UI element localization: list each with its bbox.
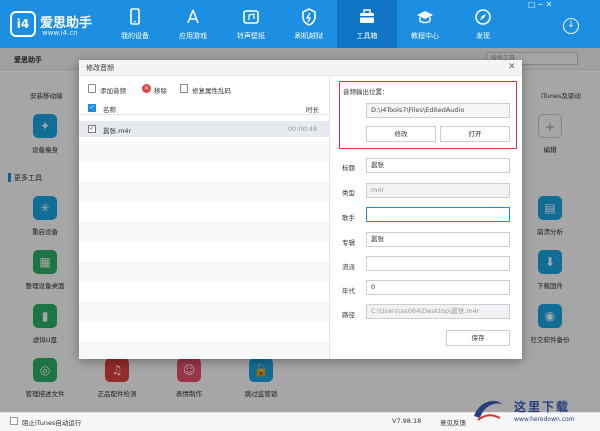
watermark-logo-icon <box>474 400 502 421</box>
audio-duration: 00:00:48 <box>288 125 318 133</box>
artist-input[interactable] <box>366 207 510 222</box>
phone-icon <box>130 8 140 25</box>
nav-my-device[interactable]: 我的设备 <box>105 0 165 48</box>
nav-ringtones[interactable]: 铃声壁纸 <box>221 0 281 48</box>
nav-label: 铃声壁纸 <box>237 32 265 40</box>
feedback-link[interactable]: 意见反馈 <box>440 417 466 427</box>
nav-apps-games[interactable]: 应用游戏 <box>163 0 223 48</box>
fix-file-icon <box>180 84 188 93</box>
empty-row <box>79 181 329 201</box>
compass-icon <box>475 9 491 25</box>
app-logo-icon: i4 <box>10 11 36 37</box>
artist-label: 歌手 <box>342 214 355 222</box>
nav-label: 刷机越狱 <box>295 32 323 40</box>
close-icon[interactable]: ✕ <box>508 62 516 72</box>
empty-row <box>79 261 329 281</box>
dialog-header <box>79 60 522 76</box>
list-header <box>79 101 329 115</box>
nav-label: 工具箱 <box>356 32 378 40</box>
save-button[interactable]: 保存 <box>446 330 510 346</box>
audio-file-name: 嚣张.m4r <box>103 127 132 135</box>
nav-discover[interactable]: 发现 <box>453 0 513 48</box>
empty-row <box>79 301 329 321</box>
add-audio-button[interactable]: 添加音频 <box>100 85 126 95</box>
app-url: www.i4.cn <box>42 29 78 37</box>
nav-label: 教程中心 <box>411 32 439 40</box>
path-label: 路径 <box>342 311 355 319</box>
genre-label: 流派 <box>342 263 355 271</box>
album-input[interactable]: 嚣张 <box>366 232 510 247</box>
itunes-autorun-checkbox[interactable] <box>10 417 18 425</box>
title-input[interactable]: 嚣张 <box>366 158 510 173</box>
window-controls[interactable]: □ ─ ✕ <box>528 0 600 12</box>
graduation-icon <box>417 11 433 24</box>
output-path-field[interactable]: D:\i4Tools7\Files\EditedAudio <box>366 103 510 118</box>
flash-icon <box>302 8 316 26</box>
watermark-text: 这里下载 <box>514 400 571 414</box>
empty-row <box>79 141 329 161</box>
panel-divider <box>329 76 330 359</box>
row-checkbox[interactable]: ✓ <box>88 125 96 133</box>
status-bar <box>0 412 600 431</box>
nav-label: 发现 <box>476 32 490 40</box>
toolbox-icon <box>360 9 374 23</box>
title-label: 标题 <box>342 164 355 172</box>
remove-icon: ✕ <box>142 84 151 93</box>
nav-label: 我的设备 <box>121 32 149 40</box>
dialog-title: 修改音频 <box>86 64 114 72</box>
modify-button[interactable]: 修改 <box>366 126 436 142</box>
remove-button[interactable]: 移除 <box>154 85 167 95</box>
itunes-autorun-label: 阻止iTunes自动运行 <box>22 419 82 427</box>
genre-input[interactable] <box>366 256 510 271</box>
nav-tutorials[interactable]: 教程中心 <box>395 0 455 48</box>
open-button[interactable]: 打开 <box>440 126 510 142</box>
select-all-checkbox[interactable]: ✓ <box>88 104 96 112</box>
column-name: 名称 <box>103 106 116 114</box>
path-input: C:\Users\as064\Desktop\嚣张.m4r <box>366 304 510 319</box>
add-file-icon <box>88 84 96 93</box>
type-input: m4r <box>366 183 510 198</box>
download-icon[interactable]: ↓ <box>563 18 579 34</box>
fix-garbled-button[interactable]: 修复属性乱码 <box>192 85 231 95</box>
watermark-url: www.heredown.com <box>514 416 575 423</box>
column-duration: 时长 <box>306 106 319 114</box>
appstore-icon <box>187 9 199 24</box>
nav-toolbox[interactable]: 工具箱 <box>337 0 397 48</box>
year-input[interactable]: 0 <box>366 280 510 295</box>
nav-label: 应用游戏 <box>179 32 207 40</box>
album-label: 专辑 <box>342 239 355 247</box>
year-label: 年代 <box>342 287 355 295</box>
empty-row <box>79 221 329 241</box>
nav-flash-jailbreak[interactable]: 刷机越狱 <box>279 0 339 48</box>
type-label: 类型 <box>342 189 355 197</box>
empty-row <box>79 341 329 359</box>
version-text: V7.98.18 <box>392 417 422 425</box>
ringtone-icon <box>243 10 259 24</box>
output-location-label: 音频输出位置： <box>343 88 389 96</box>
